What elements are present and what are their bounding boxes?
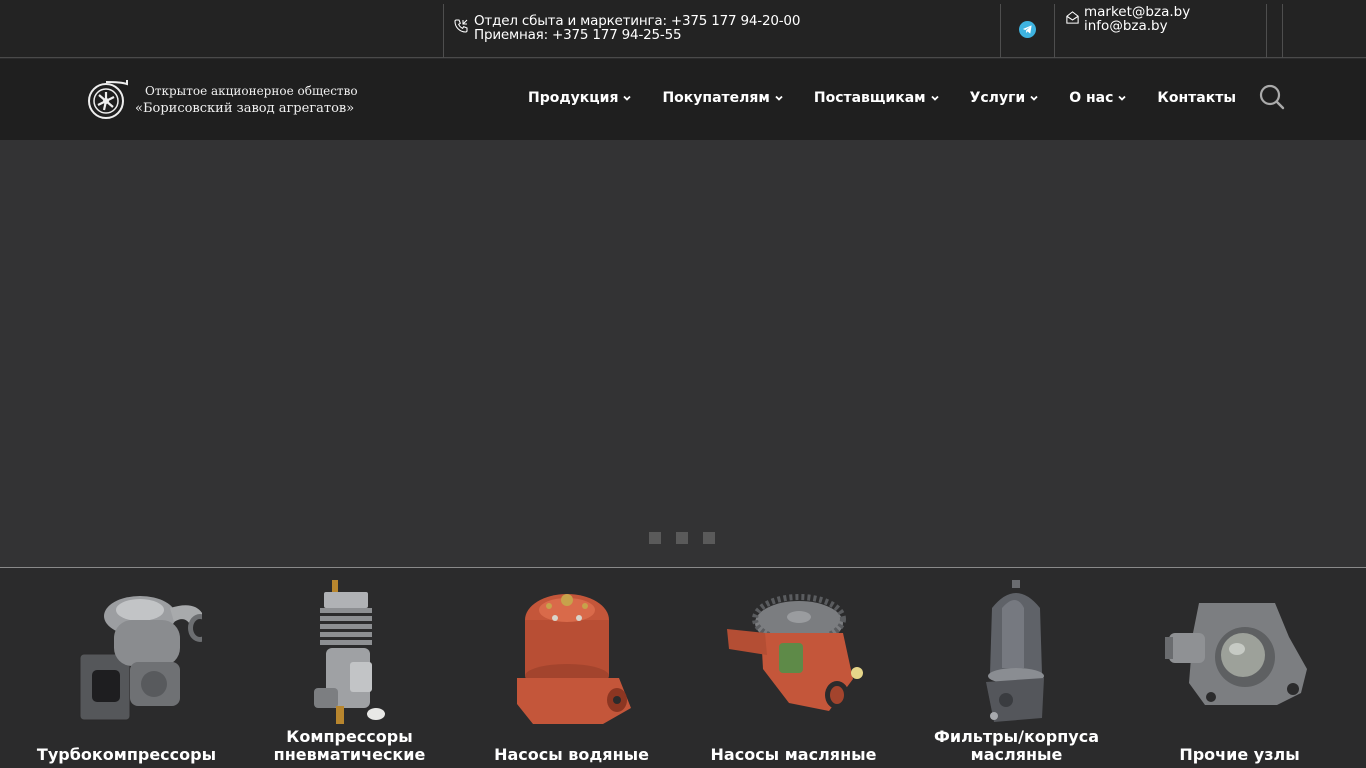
chevron-down-icon [775, 95, 783, 101]
nav-item-about[interactable]: О нас [1069, 90, 1127, 106]
nav-label: Услуги [969, 90, 1026, 106]
divider [1000, 4, 1001, 58]
turbocharger-image [15, 578, 238, 728]
divider [443, 4, 444, 58]
email-market[interactable]: market@bza.by [1084, 5, 1190, 19]
email-contacts: market@bza.by info@bza.by [1065, 5, 1190, 33]
category-oil-pumps[interactable]: Насосы масляные [682, 568, 905, 768]
logo-line-1: Открытое акционерное общество [145, 84, 358, 98]
category-label: Фильтры/корпуса масляные [933, 727, 1100, 764]
phone-contacts: Отдел сбыта и маркетинга: +375 177 94-20… [453, 14, 800, 42]
category-water-pumps[interactable]: Насосы водяные [460, 568, 683, 768]
nav-label: О нас [1069, 90, 1114, 106]
nav-item-suppliers[interactable]: Поставщикам [814, 90, 940, 106]
nav-item-buyers[interactable]: Покупателям [662, 90, 783, 106]
nav-item-services[interactable]: Услуги [970, 90, 1040, 106]
category-air-compressors[interactable]: Компрессоры пневматические [238, 568, 461, 768]
main-header: Открытое акционерное общество «Борисовск… [0, 59, 1366, 140]
nav-label: Покупателям [662, 90, 770, 106]
main-nav: Продукция Покупателям Поставщикам Услуги… [528, 90, 1236, 106]
oil-filter-image [905, 578, 1128, 728]
chevron-down-icon [930, 95, 939, 101]
slider-dot-2[interactable] [676, 532, 688, 544]
divider [1054, 4, 1055, 58]
slider-pagination [649, 532, 715, 544]
divider [1266, 4, 1267, 58]
phone-reception[interactable]: Приемная: +375 177 94-25-55 [474, 28, 800, 42]
envelope-icon [1066, 11, 1079, 24]
nav-label: Контакты [1157, 90, 1236, 106]
category-oil-filters[interactable]: Фильтры/корпуса масляные [905, 568, 1128, 768]
logo-line-2: «Борисовский завод агрегатов» [135, 101, 355, 116]
category-other-units[interactable]: Прочие узлы [1128, 568, 1351, 768]
category-label: Насосы масляные [710, 745, 877, 764]
category-label: Турбокомпрессоры [36, 745, 217, 764]
telegram-icon[interactable] [1019, 21, 1036, 38]
air-compressor-image [238, 578, 461, 728]
slider-dot-1[interactable] [649, 532, 661, 544]
chevron-down-icon [1118, 95, 1127, 101]
category-label: Компрессоры пневматические [273, 727, 426, 764]
nav-item-contacts[interactable]: Контакты [1157, 90, 1236, 106]
category-label: Насосы водяные [494, 745, 649, 764]
nav-item-products[interactable]: Продукция [528, 90, 632, 106]
slider-dot-3[interactable] [703, 532, 715, 544]
category-strip: Турбокомпрессоры Компрессоры пневматичес… [0, 568, 1366, 768]
chevron-down-icon [623, 95, 632, 101]
email-info[interactable]: info@bza.by [1084, 19, 1190, 33]
water-pump-image [460, 578, 683, 728]
phone-icon [454, 19, 468, 33]
oil-pump-image [682, 578, 905, 728]
hero-slider[interactable] [0, 140, 1366, 567]
logo[interactable]: Открытое акционерное общество «Борисовск… [87, 79, 358, 121]
search-button[interactable] [1258, 83, 1286, 111]
nav-label: Поставщикам [813, 90, 926, 106]
other-units-image [1128, 578, 1351, 728]
category-turbochargers[interactable]: Турбокомпрессоры [15, 568, 238, 768]
phone-sales[interactable]: Отдел сбыта и маркетинга: +375 177 94-20… [474, 14, 800, 28]
turbine-logo-icon [88, 80, 128, 119]
search-icon [1259, 84, 1285, 110]
divider [1282, 4, 1283, 58]
chevron-down-icon [1030, 95, 1038, 101]
nav-label: Продукция [528, 90, 619, 106]
category-label: Прочие узлы [1179, 745, 1300, 764]
top-contact-bar: Отдел сбыта и маркетинга: +375 177 94-20… [0, 0, 1366, 58]
